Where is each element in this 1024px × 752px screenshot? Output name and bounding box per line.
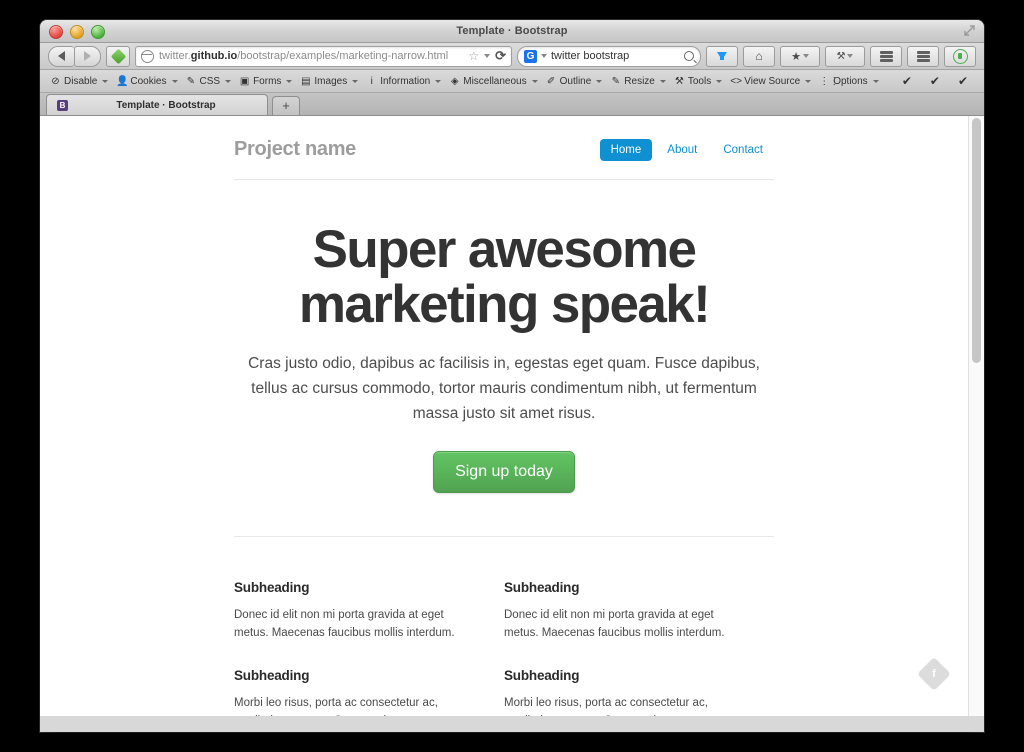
devtool-outline[interactable]: ✐ Outline [542,76,607,87]
brand-title: Project name [234,138,357,160]
hero-heading: Super awesome marketing speak! [234,222,774,332]
marketing-column-right: Subheading Donec id elit non mi porta gr… [504,580,774,716]
zoom-button[interactable] [91,25,105,39]
web-developer-icon[interactable] [106,45,130,67]
page-container: Project name Home About Contact Super aw… [234,116,774,716]
feedly-icon[interactable]: f [917,657,951,691]
person-icon: 👤 [116,75,129,87]
disable-icon: ⊘ [51,75,60,87]
hero-heading-line2: marketing speak! [298,275,711,335]
bootstrap-favicon: B [57,99,68,111]
subheading: Subheading [234,579,310,595]
desktop-background: Template · Bootstrap twitter.github.io/b… [0,0,1024,752]
hero-heading-line1: Super awesome [312,220,697,279]
window-titlebar: Template · Bootstrap [40,20,984,43]
jumbotron: Super awesome marketing speak! Cras justo… [234,180,774,493]
web-developer-toolbar: ⊘ Disable 👤 Cookies ✎ CSS ▣ Forms ▤ Images iI… [40,70,984,93]
subheading-body: Donec id elit non mi porta gravida at eg… [234,608,455,639]
tab-strip: B Template · Bootstrap + [40,93,984,116]
ruler-icon: ✎ [611,75,620,87]
star-icon[interactable]: ☆ [468,49,479,63]
url-text: twitter.github.io/bootstrap/examples/mar… [159,50,449,62]
google-icon: G [524,49,537,63]
home-button[interactable]: ⌂ [743,45,775,67]
devtool-checkmarks: ✔ ✔ ✔ [902,74,978,88]
tools-button[interactable]: ⚒ [825,45,865,67]
subheading: Subheading [504,579,580,595]
nav-item-contact[interactable]: Contact [712,139,774,161]
devtool-disable[interactable]: ⊘ Disable [46,76,112,87]
pencil-icon: ✐ [546,75,556,87]
image-icon: ▤ [301,75,311,87]
search-icon [684,51,694,61]
check-icon-3[interactable]: ✔ [958,74,968,88]
devtool-information[interactable]: i Information [362,76,445,87]
browser-window: Template · Bootstrap twitter.github.io/b… [40,20,984,732]
page-viewport: Project name Home About Contact Super aw… [40,116,984,716]
hero-lead: Cras justo odio, dapibus ac facilisis in… [248,355,760,423]
back-button[interactable] [48,45,74,67]
devtool-cookies[interactable]: 👤 Cookies [112,76,181,87]
window-title: Template · Bootstrap [456,25,568,37]
clipboard-icon: ▣ [239,75,250,87]
nav-button-group [48,45,101,67]
download-button[interactable] [706,45,738,67]
nav-item-about[interactable]: About [656,139,708,161]
wrench-icon: ⚒ [674,75,684,87]
forward-button[interactable] [74,45,101,67]
box-icon: ◈ [450,75,459,87]
close-button[interactable] [49,25,63,39]
globe-icon [140,49,154,63]
devtool-miscellaneous[interactable]: ◈ Miscellaneous [445,76,541,87]
subheading: Subheading [504,667,580,683]
bookmarks-button[interactable]: ★ [780,45,820,67]
search-input[interactable]: G twitter bootstrap [517,45,701,67]
search-query: twitter bootstrap [551,50,630,62]
subheading: Subheading [234,667,310,683]
subheading-body: Donec id elit non mi porta gravida at eg… [504,608,725,639]
devtool-options[interactable]: ⋮⋮ Options [815,76,882,87]
layers-button-2[interactable] [907,45,939,67]
sliders-icon: ⋮⋮ [819,75,840,87]
scrollbar-thumb[interactable] [972,118,981,363]
search-engine-chevron-icon[interactable] [541,54,547,58]
minimize-button[interactable] [70,25,84,39]
subheading-body: Morbi leo risus, porta ac consectetur ac… [504,696,725,716]
signup-button[interactable]: Sign up today [433,450,575,493]
marketing-column-left: Subheading Donec id elit non mi porta gr… [234,580,504,716]
check-icon-1[interactable]: ✔ [902,74,912,88]
security-lock-button[interactable] [944,45,976,67]
reload-icon[interactable]: ⟳ [495,48,506,64]
devtool-view-source[interactable]: <> View Source [726,76,815,87]
masthead: Project name Home About Contact [234,138,774,180]
web-page: Project name Home About Contact Super aw… [40,116,968,716]
layers-button-1[interactable] [870,45,902,67]
wand-icon: ✎ [186,75,196,87]
url-bar[interactable]: twitter.github.io/bootstrap/examples/mar… [135,45,512,67]
tab-title: Template · Bootstrap [116,99,216,111]
browser-toolbar: twitter.github.io/bootstrap/examples/mar… [40,43,984,70]
devtool-tools[interactable]: ⚒ Tools [670,76,726,87]
code-icon: <> [730,75,742,87]
vertical-scrollbar[interactable] [968,116,984,716]
devtool-css[interactable]: ✎ CSS [182,76,236,87]
tab-template-bootstrap[interactable]: B Template · Bootstrap [46,94,268,115]
devtool-resize[interactable]: ✎ Resize [606,76,670,87]
check-icon-2[interactable]: ✔ [930,74,940,88]
subheading-body: Morbi leo risus, porta ac consectetur ac… [234,696,455,716]
new-tab-button[interactable]: + [272,96,300,115]
fullscreen-icon[interactable] [963,24,976,37]
devtool-forms[interactable]: ▣ Forms [235,76,296,87]
devtool-images[interactable]: ▤ Images [296,76,362,87]
marketing-row: Subheading Donec id elit non mi porta gr… [234,537,774,716]
nav-item-home[interactable]: Home [599,138,653,161]
info-icon: i [370,75,373,87]
main-nav: Home About Contact [599,138,774,161]
chevron-down-icon[interactable] [484,54,491,58]
window-controls[interactable] [49,25,105,39]
